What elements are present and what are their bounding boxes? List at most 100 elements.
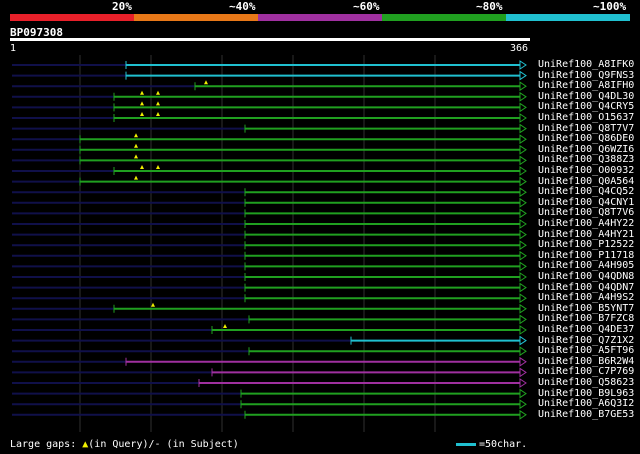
gap-legend-prefix: Large gaps: [10, 439, 83, 450]
hit-row [12, 229, 527, 240]
arrow-icon [519, 166, 527, 176]
arrow-icon [519, 60, 527, 70]
arrow-icon [519, 356, 527, 367]
hit-label[interactable]: UniRef100_Q0A564 [538, 176, 634, 187]
hit-label[interactable]: UniRef100_B7FZC8 [538, 313, 634, 324]
arrow-icon [519, 303, 527, 314]
arrow-icon [519, 102, 527, 113]
hit-label[interactable]: UniRef100_A4H905 [538, 260, 634, 271]
hit-label[interactable]: UniRef100_Q4DE37 [538, 324, 634, 335]
arrow-icon [519, 229, 527, 240]
hit-row [12, 80, 527, 92]
gap-triangle-icon [156, 101, 160, 106]
hit-row [12, 60, 527, 70]
gap-triangle-icon [140, 165, 144, 169]
gap-triangle-icon [134, 154, 138, 159]
hit-row [12, 187, 527, 198]
gap-triangle-icon [140, 90, 144, 95]
hit-row [12, 175, 527, 187]
hit-label[interactable]: UniRef100_C7P769 [538, 366, 634, 377]
scale-text: =50char. [479, 439, 528, 450]
hit-label[interactable]: UniRef100_Q86DE0 [538, 133, 634, 144]
arrow-icon [519, 325, 527, 335]
arrow-icon [519, 399, 527, 410]
arrow-icon [519, 409, 527, 420]
arrow-icon [519, 187, 527, 198]
arrow-icon [519, 176, 527, 187]
gap-triangle-icon [134, 175, 138, 180]
arrow-icon [519, 134, 527, 145]
arrow-icon [519, 346, 527, 357]
hit-row [12, 324, 527, 335]
arrow-icon [519, 335, 527, 346]
hit-label[interactable]: UniRef100_B5YNT7 [538, 303, 634, 314]
gap-triangle-icon [151, 302, 155, 307]
hit-label[interactable]: UniRef100_B7GE53 [538, 409, 634, 420]
hit-label[interactable]: UniRef100_A4H9S2 [538, 292, 634, 303]
hit-row [12, 101, 527, 113]
arrow-icon [519, 70, 527, 81]
hit-label[interactable]: UniRef100_Q8T7V7 [538, 123, 634, 134]
hit-row [12, 154, 527, 166]
hit-row [12, 208, 527, 219]
hit-row [12, 367, 527, 378]
gap-triangle-icon [156, 165, 160, 169]
hit-label[interactable]: UniRef100_A8IFH0 [538, 80, 634, 91]
gap-legend: Large gaps: ▲(in Query)/- (in Subject) [10, 439, 239, 450]
hit-label[interactable]: UniRef100_A5FT96 [538, 345, 634, 356]
hit-label[interactable]: UniRef100_B9L963 [538, 388, 634, 399]
hit-label[interactable]: UniRef100_Q6WZI6 [538, 144, 634, 155]
hit-label[interactable]: UniRef100_P12522 [538, 239, 634, 250]
hit-label[interactable]: UniRef100_Q7Z1X2 [538, 335, 634, 346]
arrow-icon [519, 123, 527, 134]
arrow-icon [519, 155, 527, 166]
gap-triangle-icon [156, 112, 160, 116]
hit-row [12, 90, 527, 102]
scale-legend: =50char. [456, 439, 527, 450]
hit-row [12, 261, 527, 272]
hit-label[interactable]: UniRef100_O15637 [538, 112, 634, 123]
hit-row [12, 346, 527, 357]
hit-label[interactable]: UniRef100_Q388Z3 [538, 154, 634, 165]
hit-label[interactable]: UniRef100_Q4QDN8 [538, 271, 634, 282]
hit-row [12, 197, 527, 208]
hit-label[interactable]: UniRef100_A4HY21 [538, 229, 634, 240]
hit-label[interactable]: UniRef100_Q9FNS3 [538, 70, 634, 81]
hit-label[interactable]: UniRef100_Q4DL30 [538, 91, 634, 102]
gap-triangle-icon [156, 90, 160, 95]
gap-triangle-icon [223, 324, 227, 328]
hit-label[interactable]: UniRef100_A4HY22 [538, 218, 634, 229]
hit-label[interactable]: UniRef100_O00932 [538, 165, 634, 176]
hit-row [12, 335, 527, 346]
hit-row [12, 70, 527, 81]
hit-label[interactable]: UniRef100_Q4QDN7 [538, 282, 634, 293]
hit-row [12, 272, 527, 282]
hit-row [12, 123, 527, 134]
hit-row [12, 240, 527, 251]
gap-legend-text: (in Query)/- (in Subject) [88, 439, 239, 450]
hit-label[interactable]: UniRef100_Q58623 [538, 377, 634, 388]
hit-label[interactable]: UniRef100_B6R2W4 [538, 356, 634, 367]
hit-row [12, 282, 527, 293]
hit-row [12, 302, 527, 314]
hit-label[interactable]: UniRef100_Q8T7V6 [538, 207, 634, 218]
gap-triangle-icon [140, 112, 144, 116]
gap-triangle-icon [134, 143, 138, 148]
arrow-icon [519, 282, 527, 293]
gap-triangle-icon [204, 80, 208, 85]
hit-label[interactable]: UniRef100_P11718 [538, 250, 634, 261]
hit-label[interactable]: UniRef100_Q4CQ52 [538, 186, 634, 197]
arrow-icon [519, 208, 527, 219]
hit-label[interactable]: UniRef100_Q4CRY5 [538, 101, 634, 112]
gap-triangle-icon [140, 101, 144, 106]
hit-row [12, 399, 527, 410]
arrow-icon [519, 240, 527, 251]
gap-triangle-icon [134, 133, 138, 138]
hit-label[interactable]: UniRef100_Q4CNY1 [538, 197, 634, 208]
arrow-icon [519, 250, 527, 261]
hit-label[interactable]: UniRef100_A6Q3I2 [538, 398, 634, 409]
hit-label[interactable]: UniRef100_A8IFK0 [538, 59, 634, 70]
arrow-icon [519, 81, 527, 92]
hit-row [12, 133, 527, 145]
hit-row [12, 112, 527, 123]
